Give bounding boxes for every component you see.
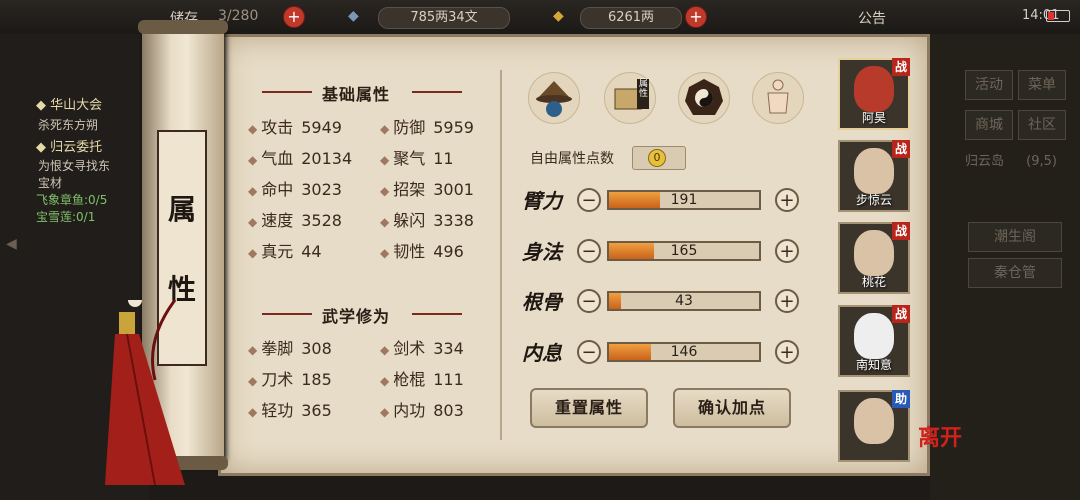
strength-value: 191 [670,192,698,208]
inner-breath-value: 146 [670,344,698,360]
assist-badge: 助 [892,390,910,408]
party-member-name: 步惊云 [855,193,892,207]
strength-plus-button[interactable]: + [775,188,799,212]
menu-main[interactable]: 菜单 [1018,70,1066,100]
avatar [854,148,894,194]
attr-name-strength: 臂力 [522,189,562,213]
stat-attack: ◆ 攻击 5949 [248,118,342,137]
attr-name-agility: 身法 [522,240,562,264]
stat-spear: ◆ 枪棍 111 [380,370,464,389]
title-char-1: 属 [167,193,196,226]
constitution-minus-button[interactable]: − [577,289,601,313]
meridian-icon[interactable] [752,72,804,124]
place-chaosheng[interactable]: 潮生阁 [968,222,1062,252]
add-inventory-button[interactable]: + [283,6,305,28]
party-member-card[interactable]: 步惊云 战 [838,140,910,212]
quest-desc-2b: 宝材 [38,176,63,190]
divider [500,70,502,440]
battery-icon [1046,10,1070,22]
tool-badge: 属性 [639,79,649,99]
add-gold-button[interactable]: + [685,6,707,28]
party-member-card[interactable]: 南知意 战 [838,305,910,377]
menu-shop[interactable]: 商城 [965,110,1013,140]
tassel-icon [105,300,185,486]
stat-dodge: ◆ 躲闪 3338 [380,211,474,230]
inner-breath-minus-button[interactable]: − [577,340,601,364]
leave-button[interactable]: 离开 [918,420,962,452]
collapse-arrow-icon[interactable]: ◀ [6,236,17,252]
battle-badge: 战 [892,222,910,240]
party-member-name: 桃花 [861,275,886,289]
location: 归云岛 (9,5) [965,154,1057,169]
avatar [854,313,894,359]
constitution-value: 43 [675,293,693,309]
avatar [854,398,894,444]
strength-bar: 191 [607,190,761,210]
scroll-cap-top [138,20,228,34]
stat-lightness: ◆ 轻功 365 [248,401,332,420]
quest-title-2[interactable]: ◆ 归云委托 [36,136,102,155]
martial-section-title: 武学修为 [322,307,391,326]
battle-badge: 战 [892,58,910,76]
quest-progress-2: 宝雪莲:0/1 [36,210,96,224]
avatar [854,66,894,112]
constitution-plus-button[interactable]: + [775,289,799,313]
agility-plus-button[interactable]: + [775,239,799,263]
section-ornament [412,313,462,315]
inner-breath-bar: 146 [607,342,761,362]
section-ornament [262,313,312,315]
battle-badge: 战 [892,305,910,323]
quest-progress-1: 飞象章鱼:0/5 [36,193,108,207]
attr-name-inner-breath: 内息 [522,341,562,365]
strength-minus-button[interactable]: − [577,188,601,212]
stat-zhenyuan: ◆ 真元 44 [248,242,322,261]
stat-fist: ◆ 拳脚 308 [248,339,332,358]
stat-energy: ◆ 聚气 11 [380,149,454,168]
agility-value: 165 [670,243,698,259]
stat-parry: ◆ 招架 3001 [380,180,474,199]
inner-breath-plus-button[interactable]: + [775,340,799,364]
quest-title-1[interactable]: ◆ 华山大会 [36,94,102,113]
stat-blade: ◆ 刀术 185 [248,370,332,389]
confirm-points-button[interactable]: 确认加点 [673,388,791,428]
menu-activity[interactable]: 活动 [965,70,1013,100]
attr-name-constitution: 根骨 [522,290,562,314]
menu-community[interactable]: 社区 [1018,110,1066,140]
attribute-book-icon[interactable]: 属性 [604,72,656,124]
agility-bar: 165 [607,241,761,261]
section-ornament [412,91,462,93]
stat-sword: ◆ 剑术 334 [380,339,464,358]
quest-desc-2: 为恨女寻找东 [38,159,111,173]
silver-icon: ◆ [348,8,359,24]
reset-attributes-button[interactable]: 重置属性 [530,388,648,428]
party-member-name: 南知意 [855,358,892,372]
stat-defense: ◆ 防御 5959 [380,118,474,137]
stat-inner: ◆ 内功 803 [380,401,464,420]
free-points-value: 0 [648,149,666,167]
party-member-card[interactable]: 阿昊 战 [838,58,910,130]
hat-icon[interactable] [528,72,580,124]
stat-toughness: ◆ 韧性 496 [380,242,464,261]
gold-icon: ◆ [553,8,564,24]
agility-minus-button[interactable]: − [577,239,601,263]
free-points-label: 自由属性点数 [530,151,614,167]
place-qincangguan[interactable]: 秦仓管 [968,258,1062,288]
battle-badge: 战 [892,140,910,158]
section-ornament [262,91,312,93]
stat-hp: ◆ 气血 20134 [248,149,353,168]
avatar [854,230,894,276]
party-member-card[interactable]: 助 [838,390,910,462]
stat-hit: ◆ 命中 3023 [248,180,342,199]
taiji-icon[interactable] [678,72,730,124]
constitution-bar: 43 [607,291,761,311]
party-member-card[interactable]: 桃花 战 [838,222,910,294]
basic-section-title: 基础属性 [322,85,391,104]
gold-amount: 6261两 [580,7,682,29]
stat-speed: ◆ 速度 3528 [248,211,342,230]
quest-desc-1: 杀死东方朔 [38,118,99,132]
party-member-name: 阿昊 [861,111,886,125]
silver-amount: 785两34文 [378,7,510,29]
announce-button[interactable]: 公告 [858,8,886,28]
